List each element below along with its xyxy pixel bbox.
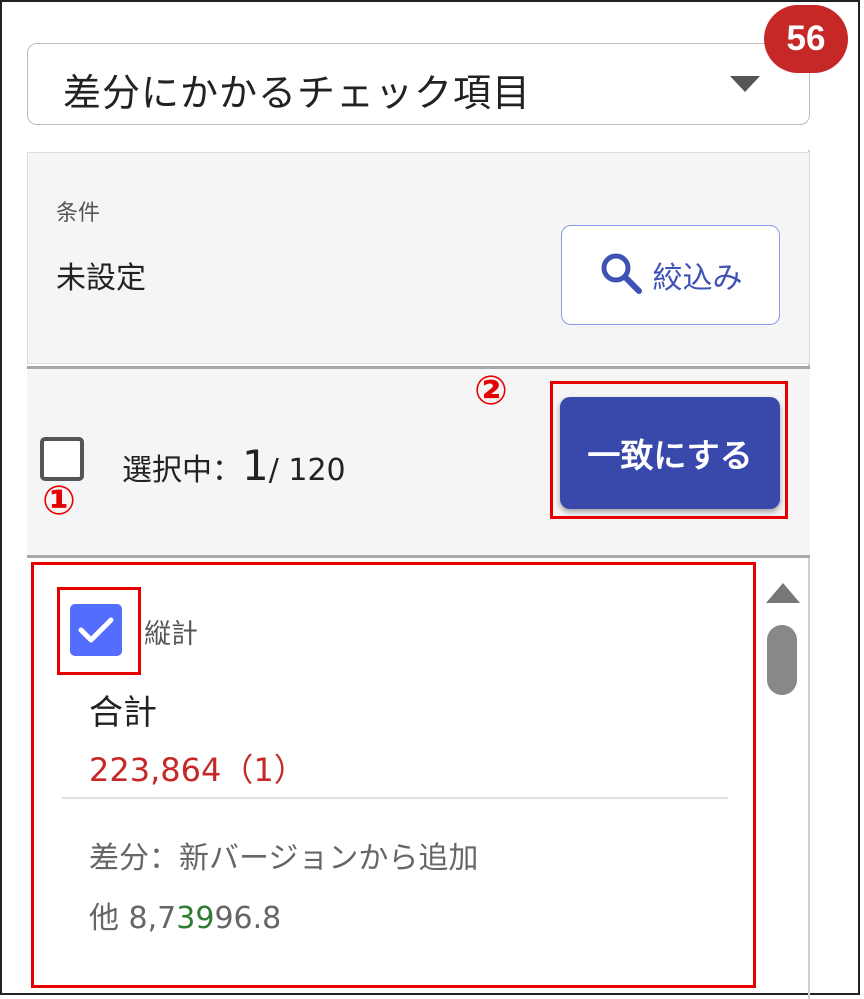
item-other: 他 8,73996.8 — [89, 893, 281, 937]
item-other-suffix: 96.8 — [214, 901, 282, 936]
selection-status: 選択中：1/ 120 — [122, 441, 346, 490]
condition-value: 未設定 — [56, 261, 146, 296]
selection-bar: 選択中：1/ 120 一致にする — [27, 366, 810, 558]
match-button[interactable]: 一致にする — [560, 397, 780, 509]
annotation-two: ② — [474, 368, 508, 414]
selection-label: 選択中： — [122, 453, 242, 488]
item-other-highlight: 39 — [176, 901, 215, 936]
count-badge: 56 — [764, 5, 848, 73]
divider — [62, 797, 728, 799]
check-icon — [78, 617, 114, 643]
dropdown-label: 差分にかかるチェック項目 — [63, 71, 532, 115]
filter-button[interactable]: 絞込み — [561, 225, 780, 325]
item-title: 合計 — [89, 693, 157, 733]
check-item-card: 縦計 合計 223,864（1） 差分：新バージョンから追加 他 8,73996… — [31, 562, 756, 988]
item-diff: 差分：新バージョンから追加 — [89, 841, 479, 876]
selection-total: / 120 — [268, 453, 346, 488]
condition-label: 条件 — [56, 201, 101, 226]
scrollbar-thumb[interactable] — [767, 625, 797, 695]
search-icon — [599, 251, 643, 299]
filter-button-label: 絞込み — [652, 261, 743, 296]
item-other-prefix: 他 8,7 — [89, 901, 177, 936]
select-all-checkbox[interactable] — [40, 437, 84, 481]
item-tag: 縦計 — [144, 619, 198, 650]
item-amount: 223,864（1） — [89, 751, 306, 789]
scroll-up-icon[interactable] — [766, 583, 800, 603]
annotation-one: ① — [42, 478, 76, 524]
item-checkbox[interactable] — [70, 604, 122, 656]
filter-panel: 条件 未設定 絞込み — [27, 152, 810, 364]
chevron-down-icon[interactable] — [730, 76, 760, 92]
selection-count: 1 — [242, 441, 269, 490]
check-item-dropdown[interactable]: 差分にかかるチェック項目 — [27, 43, 810, 125]
